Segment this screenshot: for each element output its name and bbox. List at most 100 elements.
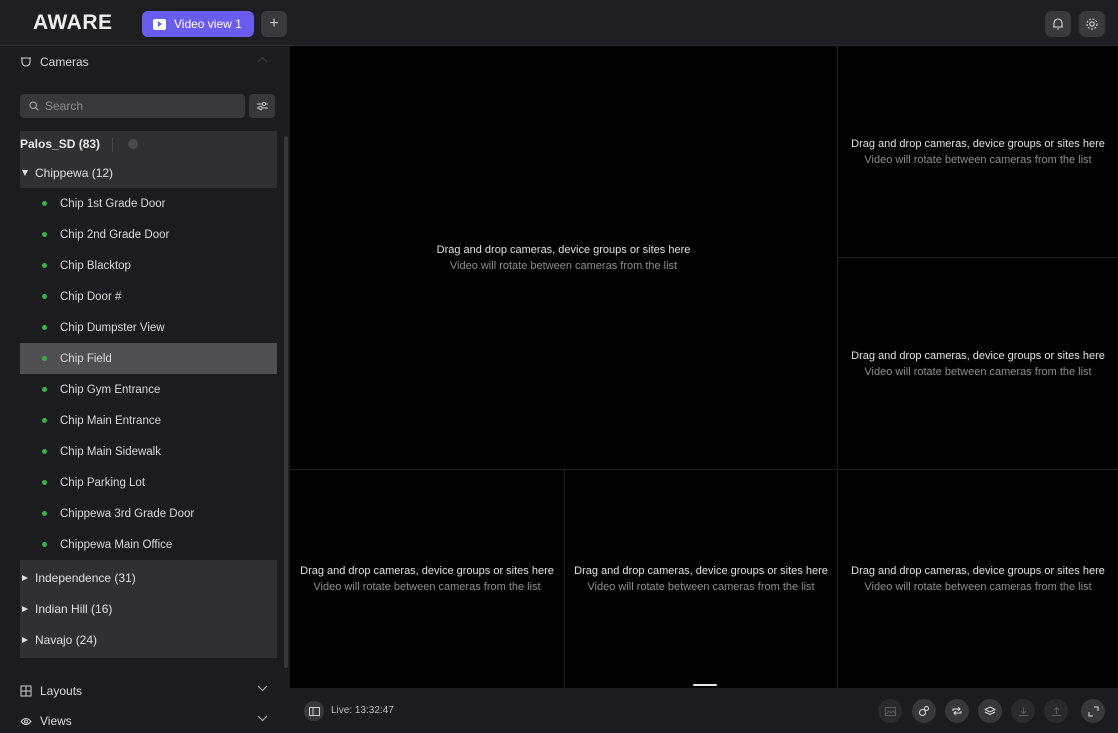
fullscreen-icon <box>1088 706 1098 716</box>
group-row-independence[interactable]: Independence (31) <box>20 562 277 593</box>
drop-subtitle: Video will rotate between cameras from t… <box>449 259 678 272</box>
layers-icon <box>984 705 996 715</box>
group-row-chippewa[interactable]: Chippewa (12) <box>20 157 277 188</box>
camera-item-selected[interactable]: Chip Field <box>20 343 277 374</box>
caret-down-icon <box>22 169 28 176</box>
caret-right-icon <box>22 605 28 612</box>
camera-tree: Palos_SD (83) Chippewa (12) Chip 1st Gra… <box>20 131 277 658</box>
online-status-dot <box>42 480 47 485</box>
camera-item[interactable]: Chip 1st Grade Door <box>20 188 277 219</box>
notifications-button[interactable] <box>1045 11 1071 37</box>
collapse-site-icon[interactable] <box>128 139 138 149</box>
people-button[interactable] <box>912 699 936 723</box>
drop-title: Drag and drop cameras, device groups or … <box>851 137 1105 150</box>
group-label: Chippewa (12) <box>35 165 114 180</box>
people-icon <box>919 706 929 716</box>
download-icon <box>1018 706 1028 716</box>
online-status-dot <box>42 325 47 330</box>
fullscreen-button[interactable] <box>1081 699 1105 723</box>
layout-grid-icon <box>20 685 32 697</box>
drop-subtitle: Video will rotate between cameras from t… <box>864 365 1092 378</box>
online-status-dot <box>42 542 47 547</box>
video-tile[interactable]: Drag and drop cameras, device groups or … <box>838 258 1118 469</box>
snapshot-button[interactable] <box>878 699 902 723</box>
online-status-dot <box>42 449 47 454</box>
upload-icon <box>1051 706 1061 716</box>
group-row-indian-hill[interactable]: Indian Hill (16) <box>20 593 277 624</box>
camera-item[interactable]: Chip 2nd Grade Door <box>20 219 277 250</box>
caret-right-icon <box>22 574 28 581</box>
tab-label: Video view 1 <box>174 17 242 31</box>
camera-label: Chip Gym Entrance <box>60 383 161 396</box>
settings-button[interactable] <box>1079 11 1105 37</box>
camera-item[interactable]: Chip Blacktop <box>20 250 277 281</box>
camera-item[interactable]: Chip Main Entrance <box>20 405 277 436</box>
online-status-dot <box>42 511 47 516</box>
sidebar: Cameras Palos_SD (83) Chippewa (12) Chip… <box>0 46 290 733</box>
camera-item[interactable]: Chip Parking Lot <box>20 467 277 498</box>
drop-title: Drag and drop cameras, device groups or … <box>300 565 554 577</box>
online-status-dot <box>42 418 47 423</box>
online-status-dot <box>42 201 47 206</box>
image-icon <box>884 706 896 716</box>
camera-label: Chip 2nd Grade Door <box>60 228 170 241</box>
camera-item[interactable]: Chippewa 3rd Grade Door <box>20 498 277 529</box>
layouts-section-label: Layouts <box>40 684 83 698</box>
chevron-up-icon <box>257 56 268 63</box>
camera-item[interactable]: Chip Main Sidewalk <box>20 436 277 467</box>
camera-item[interactable]: Chippewa Main Office <box>20 529 277 560</box>
drop-title: Drag and drop cameras, device groups or … <box>851 565 1105 577</box>
video-tile[interactable]: Drag and drop cameras, device groups or … <box>565 470 837 688</box>
camera-item[interactable]: Chip Dumpster View <box>20 312 277 343</box>
grid-divider <box>838 257 1118 258</box>
caret-right-icon <box>22 636 28 643</box>
camera-list: Chip 1st Grade Door Chip 2nd Grade Door … <box>20 188 277 560</box>
drop-title: Drag and drop cameras, device groups or … <box>574 565 828 577</box>
cameras-section-header[interactable]: Cameras <box>0 47 290 77</box>
camera-label: Chip Dumpster View <box>60 321 165 334</box>
camera-item[interactable]: Chip Gym Entrance <box>20 374 277 405</box>
top-bar: AWARE Video view 1 + <box>0 0 1118 46</box>
bottom-toolbar: Live: 13:32:47 <box>290 684 1118 733</box>
camera-label: Chippewa 3rd Grade Door <box>60 507 195 520</box>
download-button[interactable] <box>1011 699 1035 723</box>
grid-divider <box>290 469 1118 470</box>
camera-label: Chip 1st Grade Door <box>60 197 166 210</box>
views-section-label: Views <box>40 714 72 728</box>
chevron-down-icon <box>257 685 268 692</box>
panel-icon <box>308 706 320 716</box>
camera-label: Chip Main Sidewalk <box>60 445 161 458</box>
rotate-button[interactable] <box>945 699 969 723</box>
settings-icon <box>1086 18 1098 30</box>
drop-subtitle: Video will rotate between cameras from t… <box>864 581 1092 593</box>
tab-video-view-1[interactable]: Video view 1 <box>142 11 254 37</box>
cameras-section-label: Cameras <box>40 55 89 69</box>
views-section-header[interactable]: Views <box>0 706 290 733</box>
resize-handle[interactable] <box>693 684 717 686</box>
online-status-dot <box>42 356 47 361</box>
online-status-dot <box>42 232 47 237</box>
divider <box>112 138 113 152</box>
group-row-navajo[interactable]: Navajo (24) <box>20 624 277 655</box>
video-tile[interactable]: Drag and drop cameras, device groups or … <box>290 470 564 688</box>
upload-button[interactable] <box>1044 699 1068 723</box>
rotate-icon <box>952 706 962 716</box>
group-label: Independence (31) <box>35 570 136 585</box>
search-input[interactable] <box>45 99 225 113</box>
layouts-section-header[interactable]: Layouts <box>0 676 290 706</box>
camera-label: Chip Field <box>60 352 112 365</box>
grid-divider <box>837 46 838 688</box>
app-window: AWARE Video view 1 + Cameras Palos_S <box>0 0 1118 733</box>
add-tab-button[interactable]: + <box>261 11 287 37</box>
video-tile-large[interactable]: Drag and drop cameras, device groups or … <box>290 46 837 469</box>
camera-item[interactable]: Chip Door # <box>20 281 277 312</box>
video-tile[interactable]: Drag and drop cameras, device groups or … <box>838 46 1118 257</box>
sidebar-scrollbar[interactable] <box>284 136 288 668</box>
search-box <box>20 94 245 118</box>
layers-button[interactable] <box>978 699 1002 723</box>
video-tile[interactable]: Drag and drop cameras, device groups or … <box>838 470 1118 688</box>
sidebar-toggle-button[interactable] <box>304 701 324 721</box>
site-row-palos-sd[interactable]: Palos_SD (83) <box>20 131 277 157</box>
filter-button[interactable] <box>249 94 275 118</box>
site-label: Palos_SD (83) <box>20 137 101 151</box>
